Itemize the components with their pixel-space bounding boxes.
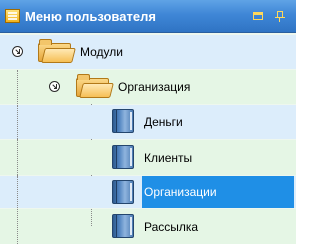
pin-icon (275, 11, 285, 22)
tree-guide-line (17, 176, 18, 208)
restore-button[interactable] (250, 8, 266, 24)
book-icon (112, 214, 134, 238)
expander-collapse-icon[interactable] (49, 81, 60, 92)
book-icon (112, 145, 134, 169)
expander-collapse-icon[interactable] (12, 46, 23, 57)
tree-node-label[interactable]: Организация (118, 80, 190, 94)
pin-button[interactable] (272, 8, 288, 24)
tree-item-label[interactable]: Клиенты (144, 151, 192, 165)
tree-guide-line (91, 209, 92, 226)
tree-guide-line (17, 140, 18, 175)
tree-guide-line (17, 209, 18, 244)
book-icon (112, 180, 134, 204)
folder-open-icon (76, 74, 114, 98)
menu-list-icon (5, 9, 20, 23)
tree-node-label[interactable]: Модули (80, 45, 123, 59)
panel-header: Меню пользователя (0, 0, 296, 33)
tree-item-label[interactable]: Рассылка (144, 220, 198, 234)
panel-title: Меню пользователя (25, 9, 156, 24)
tree-item-label-selected[interactable]: Организации (144, 185, 217, 199)
folder-open-icon (38, 39, 76, 63)
user-menu-panel: Меню пользователя Модули Организация Ден… (0, 0, 296, 244)
restore-window-icon (253, 12, 263, 20)
tree-guide-line (17, 105, 18, 139)
tree-item-label[interactable]: Деньги (144, 115, 183, 129)
book-icon (112, 109, 134, 133)
